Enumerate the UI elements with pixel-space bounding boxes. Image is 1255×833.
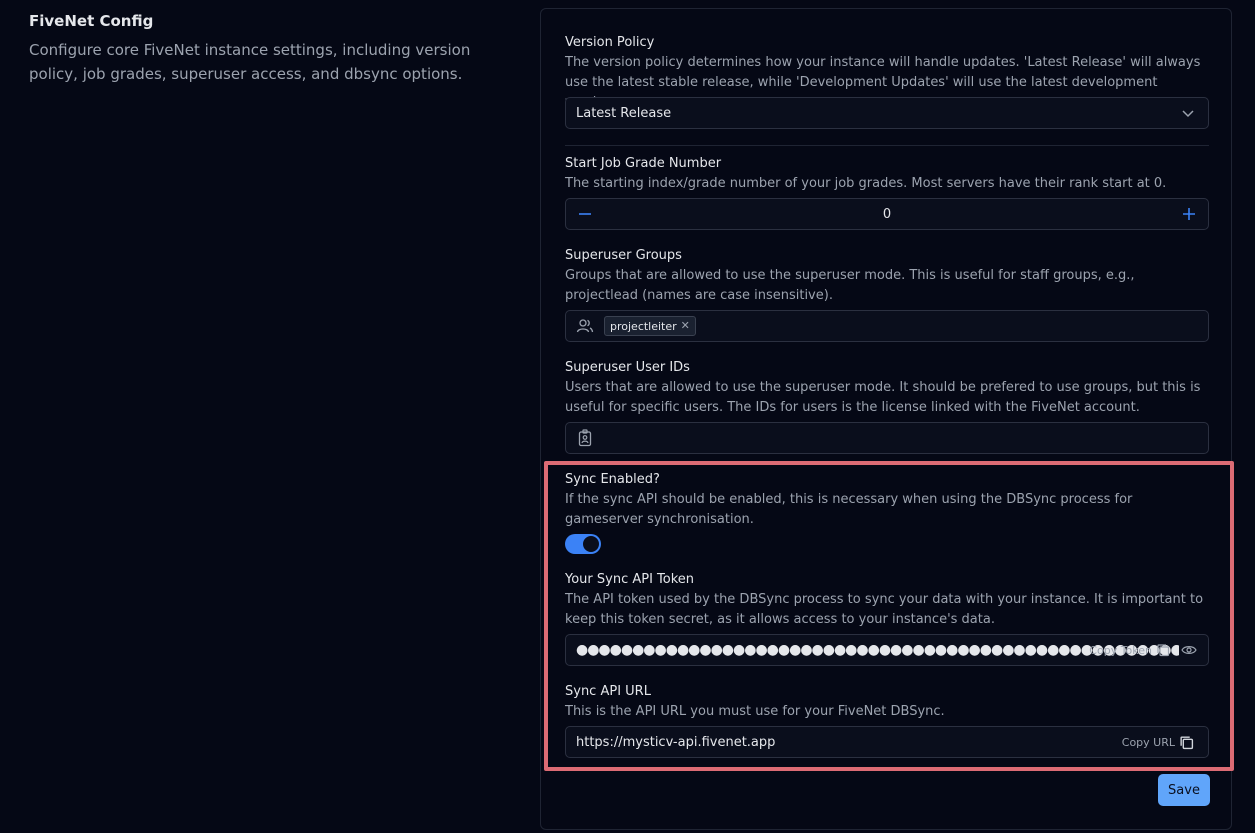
superuser-groups-field: Superuser Groups Groups that are allowed… [565,246,1209,342]
sync-token-label: Your Sync API Token [565,572,695,587]
version-policy-select[interactable]: Latest Release [565,97,1209,129]
minus-icon [579,213,591,215]
toggle-knob [583,536,599,552]
increment-button[interactable] [1170,199,1208,229]
sync-url-field: Sync API URL This is the API URL you mus… [565,682,1209,758]
superuser-groups-input[interactable]: projectleiter ✕ [565,310,1209,342]
start-job-grade-label: Start Job Grade Number [565,156,722,171]
sync-enabled-field: Sync Enabled? If the sync API should be … [565,470,1209,554]
sync-enabled-label: Sync Enabled? [565,472,660,487]
superuser-user-ids-field: Superuser User IDs Users that are allowe… [565,358,1209,454]
sync-token-input[interactable]: ●●●●●●●●●●●●●●●●●●●●●●●●●●●●●●●●●●●●●●●●… [565,634,1209,666]
version-policy-label: Version Policy [565,35,655,50]
version-policy-selected: Latest Release [576,105,672,121]
sync-token-masked: ●●●●●●●●●●●●●●●●●●●●●●●●●●●●●●●●●●●●●●●●… [576,642,1180,658]
decrement-button[interactable] [566,199,604,229]
sync-enabled-toggle[interactable] [565,534,601,554]
start-job-grade-stepper[interactable]: 0 [565,198,1209,230]
superuser-user-ids-input[interactable] [565,422,1209,454]
group-tag-label: projectleiter [610,319,677,333]
divider [565,145,1209,146]
start-job-grade-value[interactable]: 0 [604,207,1170,222]
sync-url-value[interactable]: https://mysticv-api.fivenet.app [566,735,1122,750]
copy-token-label: Copy Token [1089,643,1152,657]
superuser-user-ids-label: Superuser User IDs [565,360,690,375]
sync-token-help: The API token used by the DBSync process… [565,592,1204,627]
group-tag[interactable]: projectleiter ✕ [604,316,696,336]
superuser-user-ids-help: Users that are allowed to use the superu… [565,380,1201,415]
save-button[interactable]: Save [1158,774,1210,806]
eye-icon[interactable] [1170,644,1208,656]
copy-token-button[interactable]: Copy Token [1089,643,1170,657]
superuser-groups-label: Superuser Groups [565,248,682,263]
copy-url-label: Copy URL [1121,735,1175,749]
plus-icon [1183,208,1195,220]
close-icon[interactable]: ✕ [681,320,690,332]
section-description: Configure core FiveNet instance settings… [29,41,471,83]
section-title: FiveNet Config [29,12,154,30]
chevron-down-icon [1168,106,1208,120]
copy-url-button[interactable]: Copy URL [1122,735,1194,750]
sync-enabled-help: If the sync API should be enabled, this … [565,492,1133,527]
sync-url-help: This is the API URL you must use for you… [565,704,945,719]
version-policy-field: Version Policy The version policy determ… [565,33,1209,129]
id-badge-icon [566,429,604,447]
sync-url-input[interactable]: https://mysticv-api.fivenet.app Copy URL [565,726,1209,758]
start-job-grade-field: Start Job Grade Number The starting inde… [565,154,1209,230]
copy-icon [1180,735,1194,749]
config-card: Version Policy The version policy determ… [540,8,1232,830]
copy-icon [1157,644,1170,657]
users-icon [566,318,604,334]
superuser-groups-help: Groups that are allowed to use the super… [565,268,1135,303]
section-intro: FiveNet Config Configure core FiveNet in… [29,10,499,86]
start-job-grade-help: The starting index/grade number of your … [565,176,1167,191]
sync-token-field: Your Sync API Token The API token used b… [565,570,1209,666]
sync-url-label: Sync API URL [565,684,651,699]
